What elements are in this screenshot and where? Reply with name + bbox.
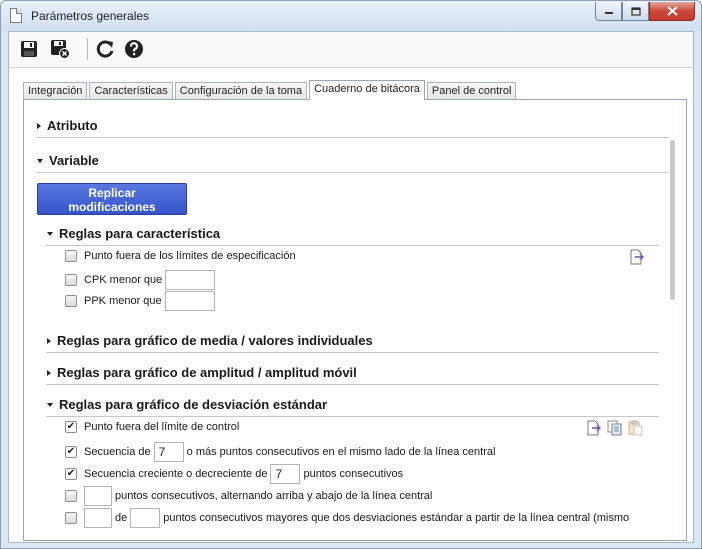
section-variable-label: Variable — [49, 153, 99, 168]
export-icon[interactable] — [586, 420, 602, 436]
divider — [46, 352, 659, 353]
save-and-close-icon — [51, 40, 70, 59]
help-button[interactable] — [123, 38, 145, 60]
tab-configuracion-toma[interactable]: Configuración de la toma — [174, 82, 308, 100]
section-atributo[interactable]: Atributo — [37, 118, 98, 133]
rule-label: de — [115, 512, 128, 524]
checkbox-secuencia-mismo-lado[interactable]: ✔ — [65, 446, 77, 458]
toolbar-separator — [87, 38, 88, 60]
collapse-icon — [37, 158, 43, 163]
rule-alternando: puntos consecutivos, alternando arriba y… — [65, 486, 432, 506]
section-atributo-label: Atributo — [47, 118, 98, 133]
save-and-close-button[interactable] — [49, 38, 71, 60]
checkbox-dos-desviaciones[interactable] — [65, 512, 77, 524]
tab-panel-control[interactable]: Panel de control — [426, 82, 517, 100]
checkbox-punto-fuera-control[interactable]: ✔ — [65, 421, 77, 433]
checkbox-cpk[interactable] — [65, 274, 77, 286]
alternando-input[interactable] — [84, 486, 112, 506]
collapse-icon — [47, 402, 53, 407]
rule-label: Secuencia de — [84, 446, 151, 458]
section-reglas-media[interactable]: Reglas para gráfico de media / valores i… — [47, 333, 373, 348]
refresh-button[interactable] — [95, 38, 117, 60]
rule-label: PPK menor que — [84, 295, 162, 307]
section-reglas-desviacion-label: Reglas para gráfico de desviación estánd… — [59, 397, 328, 412]
rule-dos-desviaciones: de puntos consecutivos mayores que dos d… — [65, 508, 629, 528]
tab-container: Integración Características Configuració… — [23, 80, 688, 541]
checkbox-alternando[interactable] — [65, 490, 77, 502]
section-reglas-amplitud-label: Reglas para gráfico de amplitud / amplit… — [57, 365, 357, 380]
client-area: Integración Características Configuració… — [8, 31, 694, 543]
rule-secuencia-mismo-lado: ✔ Secuencia de 7 o más puntos consecutiv… — [65, 442, 495, 462]
rule-cpk-menor-que: CPK menor que — [65, 270, 216, 290]
cpk-input[interactable] — [165, 270, 216, 290]
tab-panel: Atributo Variable Replicar modificacione… — [23, 99, 687, 541]
collapse-icon — [47, 231, 53, 236]
replicar-label-line1: Replicar — [88, 186, 136, 200]
tab-caracteristicas[interactable]: Características — [89, 82, 173, 100]
minimize-button[interactable] — [595, 2, 622, 21]
rule-label: o más puntos consecutivos en el mismo la… — [186, 446, 496, 458]
rule-label: Punto fuera de los límites de especifica… — [84, 250, 296, 262]
rule-secuencia-creciente: ✔ Secuencia creciente o decreciente de 7… — [65, 464, 403, 484]
rule-label: puntos consecutivos, alternando arriba y… — [115, 490, 433, 502]
expand-icon — [47, 369, 51, 376]
expand-icon — [47, 337, 51, 344]
checkbox-secuencia-creciente[interactable]: ✔ — [65, 468, 77, 480]
checkbox-ppk[interactable] — [65, 295, 77, 307]
help-icon — [125, 40, 143, 58]
checkbox-punto-fuera-especificacion[interactable] — [65, 250, 77, 262]
replicar-label-line2: modificaciones — [68, 200, 156, 214]
save-button[interactable] — [18, 38, 40, 60]
rule-punto-fuera-especificacion: Punto fuera de los límites de especifica… — [65, 250, 296, 262]
save-icon — [21, 41, 37, 57]
divider — [36, 137, 669, 138]
title-bar[interactable]: Parámetros generales — [1, 1, 701, 31]
maximize-button[interactable] — [622, 2, 649, 21]
rule-label: Punto fuera del límite de control — [84, 421, 240, 433]
divider — [36, 172, 669, 173]
toolbar — [9, 32, 693, 68]
expand-icon — [37, 122, 41, 129]
window: Parámetros generales Integración Caracte… — [0, 0, 702, 549]
divider — [46, 384, 659, 385]
paste-icon[interactable] — [628, 420, 644, 436]
tab-cuaderno-bitacora[interactable]: Cuaderno de bitácora — [309, 80, 425, 100]
rule-label: puntos consecutivos — [303, 468, 404, 480]
minimize-icon — [604, 12, 613, 14]
document-icon — [10, 8, 22, 23]
copy-icon[interactable] — [607, 420, 623, 436]
section-reglas-desviacion[interactable]: Reglas para gráfico de desviación estánd… — [47, 397, 327, 412]
rule-ppk-menor-que: PPK menor que — [65, 291, 215, 311]
close-icon — [666, 6, 678, 16]
divider — [46, 245, 659, 246]
replicar-modificaciones-button[interactable]: Replicar modificaciones — [37, 183, 187, 215]
maximize-icon — [630, 6, 641, 16]
section-variable[interactable]: Variable — [37, 153, 99, 168]
tab-integracion[interactable]: Integración — [23, 82, 88, 100]
rule-label: Secuencia creciente o decreciente de — [84, 468, 268, 480]
dos-desviaciones-input-2[interactable] — [130, 508, 161, 528]
rule-label: puntos consecutivos mayores que dos desv… — [163, 512, 630, 524]
secuencia-mismo-lado-input[interactable]: 7 — [153, 442, 184, 462]
window-title: Parámetros generales — [31, 9, 150, 23]
ppk-input[interactable] — [164, 291, 215, 311]
section-reglas-amplitud[interactable]: Reglas para gráfico de amplitud / amplit… — [47, 365, 357, 380]
close-button[interactable] — [649, 2, 695, 21]
rule-punto-fuera-control: ✔ Punto fuera del límite de control — [65, 421, 239, 433]
tab-strip: Integración Características Configuració… — [23, 80, 518, 100]
export-icon[interactable] — [629, 249, 645, 265]
divider — [46, 416, 659, 417]
section-reglas-caracteristica[interactable]: Reglas para característica — [47, 226, 220, 241]
refresh-icon — [96, 40, 114, 58]
dos-desviaciones-input-1[interactable] — [84, 508, 112, 528]
rule-label: CPK menor que — [84, 274, 163, 286]
secuencia-creciente-input[interactable]: 7 — [270, 464, 301, 484]
scrollbar[interactable] — [670, 140, 675, 300]
section-reglas-media-label: Reglas para gráfico de media / valores i… — [57, 333, 373, 348]
section-reglas-caracteristica-label: Reglas para característica — [59, 226, 221, 241]
